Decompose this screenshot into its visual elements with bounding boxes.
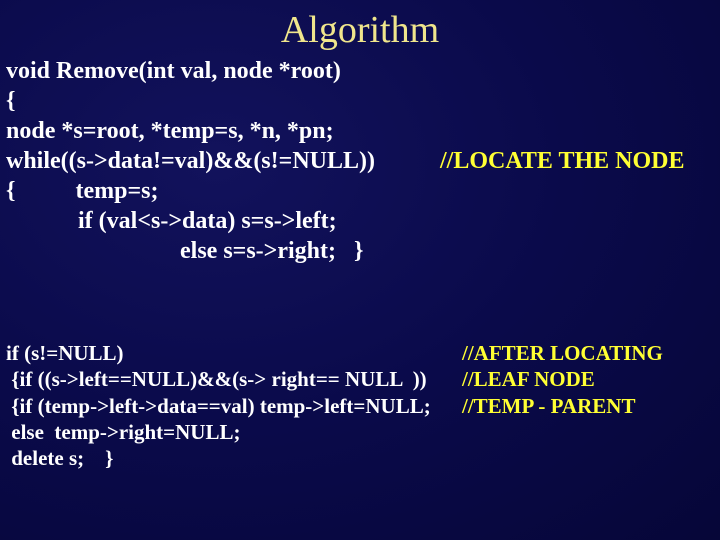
code-block-2: if (s!=NULL) {if ((s->left==NULL)&&(s-> … <box>6 340 431 471</box>
code-line: else temp->right=NULL; <box>6 420 240 444</box>
comment-line: //LEAF NODE <box>462 367 595 391</box>
comment-line: //TEMP - PARENT <box>462 394 635 418</box>
code-line: {if (temp->left->data==val) temp->left=N… <box>6 394 431 418</box>
code-line: else s=s->right; } <box>6 238 363 264</box>
code-line: node *s=root, *temp=s, *n, *pn; <box>6 118 334 144</box>
code-line: {if ((s->left==NULL)&&(s-> right== NULL … <box>6 367 427 391</box>
code-block-1: void Remove(int val, node *root) { node … <box>6 56 375 266</box>
code-line: { temp=s; <box>6 178 158 204</box>
code-line: void Remove(int val, node *root) <box>6 58 341 84</box>
comment-locate: //LOCATE THE NODE <box>440 148 685 175</box>
code-line: if (s!=NULL) <box>6 341 124 365</box>
comment-after: //AFTER LOCATING //LEAF NODE //TEMP - PA… <box>462 340 663 419</box>
slide-title: Algorithm <box>0 0 720 52</box>
code-line: { <box>6 88 15 114</box>
code-line: delete s; } <box>6 446 113 470</box>
code-line: if (val<s->data) s=s->left; <box>6 208 337 234</box>
code-line: while((s->data!=val)&&(s!=NULL)) <box>6 148 375 174</box>
comment-line: //AFTER LOCATING <box>462 341 663 365</box>
slide: Algorithm void Remove(int val, node *roo… <box>0 0 720 540</box>
